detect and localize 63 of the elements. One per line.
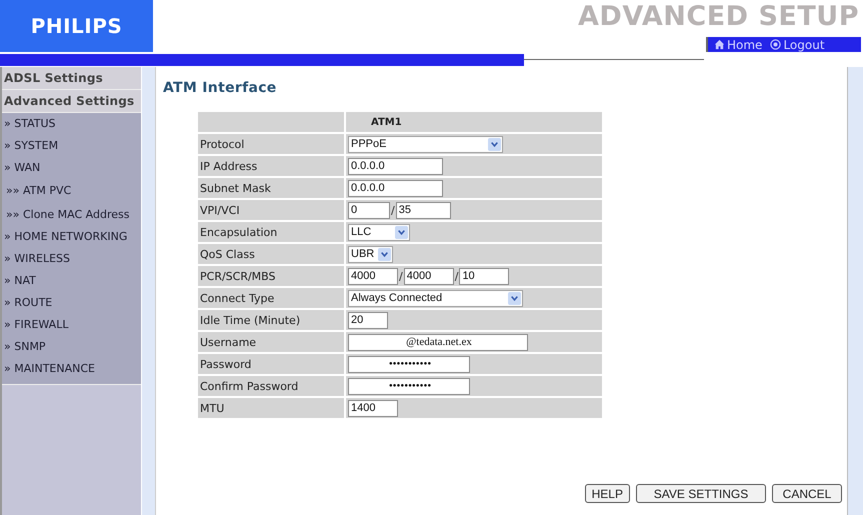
dropdown[interactable]: LLC [348,224,410,240]
sidebar-item[interactable]: » SNMP [2,336,142,358]
sidebar-item[interactable]: » WAN [2,157,142,179]
caret-icon [488,138,501,150]
page-title: ATM Interface [163,80,278,96]
sidebar-item[interactable]: » FIREWALL [2,314,142,336]
field-label: Password [198,354,344,374]
input-field[interactable]: 4000 [404,268,454,284]
circle-icon [770,39,782,50]
caret-icon [395,226,408,238]
field-label: Idle Time (Minute) [198,310,344,330]
nav-link[interactable]: Home [714,38,762,52]
field-label: Encapsulation [198,222,344,242]
nav-link[interactable]: Logout [770,38,825,52]
separator-slash: / [398,270,404,282]
field-label: IP Address [198,156,344,176]
input-field[interactable]: 20 [348,312,388,328]
dropdown[interactable]: Always Connected [348,290,523,306]
column-header: ATM1 [346,112,602,132]
separator-slash: / [454,270,460,282]
input-field[interactable]: 10 [459,268,510,284]
sidebar-item[interactable]: » STATUS [2,113,142,135]
input-field[interactable]: ••••••••••• [348,378,470,394]
field-label: Username [198,332,344,352]
sidebar-section[interactable]: ADSL Settings [2,67,142,90]
house-icon [714,39,725,50]
scrollbar[interactable] [847,67,863,515]
sidebar-subitem[interactable]: »» ATM PVC [2,179,142,202]
sidebar-item[interactable]: » MAINTENANCE [2,358,142,380]
caret-icon [508,292,521,304]
field-label: MTU [198,398,344,418]
input-field[interactable]: 1400 [348,400,398,416]
field-label: Confirm Password [198,376,344,396]
page-banner-title: ADVANCED SETUP [578,0,859,34]
form-button[interactable]: SAVE SETTINGS [636,484,766,503]
input-field[interactable]: 35 [396,202,451,218]
scrollbar[interactable] [142,67,155,515]
caret-icon [378,248,391,260]
input-field[interactable]: 4000 [348,268,398,284]
input-field[interactable]: @tedata.net.ex [348,334,528,350]
sidebar-section[interactable]: Advanced Settings [2,90,142,113]
form-button[interactable]: CANCEL [772,484,842,503]
input-field[interactable]: 0 [348,202,390,218]
field-label: VPI/VCI [198,200,344,220]
field-label: Connect Type [198,288,344,308]
sidebar-item[interactable]: » WIRELESS [2,248,142,270]
field-label: PCR/SCR/MBS [198,266,344,286]
brand-logo: PHILIPS [0,0,153,52]
sidebar-item[interactable]: » HOME NETWORKING [2,226,142,248]
input-field[interactable]: ••••••••••• [348,356,470,372]
field-label: QoS Class [198,244,344,264]
field-label: Protocol [198,134,344,154]
input-field[interactable]: 0.0.0.0 [348,180,443,196]
dropdown[interactable]: PPPoE [348,136,503,152]
separator-slash: / [390,204,396,216]
sidebar-item[interactable]: » SYSTEM [2,135,142,157]
input-field[interactable]: 0.0.0.0 [348,158,443,174]
dropdown[interactable]: UBR [348,246,393,262]
field-label: Subnet Mask [198,178,344,198]
sidebar-item[interactable]: » ROUTE [2,292,142,314]
form-button[interactable]: HELP [584,484,630,503]
sidebar-subitem[interactable]: »» Clone MAC Address [2,202,142,226]
sidebar-item[interactable]: » NAT [2,270,142,292]
